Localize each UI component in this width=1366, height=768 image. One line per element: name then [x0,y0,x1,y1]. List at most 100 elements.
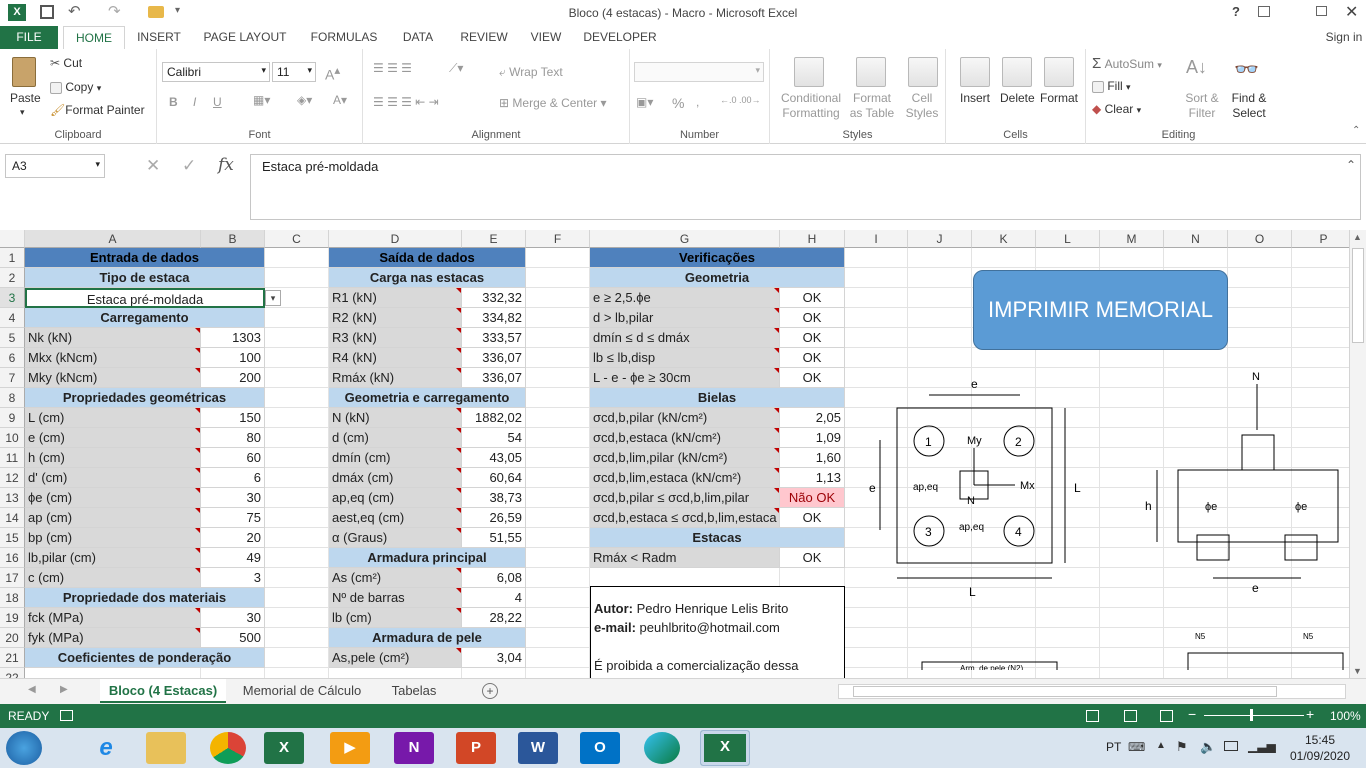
entrada-label[interactable]: L (cm) [25,408,201,428]
save-icon[interactable] [40,5,54,19]
customize-qat-icon[interactable]: ▾ [175,5,180,16]
blank-cell[interactable] [265,628,329,648]
blank-cell[interactable] [526,268,590,288]
format-painter-button[interactable]: 🖌Format Painter [50,103,145,117]
tipo-estaca-value[interactable]: Estaca pré-moldada [25,288,265,308]
tab-home[interactable]: HOME [63,26,125,49]
carga-estacas-header[interactable]: Carga nas estacas [329,268,526,288]
currency-icon[interactable]: ▣▾ [636,95,653,109]
entrada-value[interactable]: 150 [201,408,265,428]
cancel-icon[interactable]: ✕ [146,156,160,176]
blank-cell[interactable] [526,248,590,268]
blank-cell[interactable] [1164,248,1228,268]
find-select-button[interactable]: Find & Select [1224,91,1274,121]
cut-button[interactable]: ✂ Cut [50,56,82,70]
scroll-sheets-left-icon[interactable]: ◀ [28,684,36,695]
paste-button[interactable]: Paste [10,91,41,105]
insert-function-icon[interactable]: fx [218,155,234,175]
saida-label[interactable]: N (kN) [329,408,462,428]
blank-cell[interactable] [526,448,590,468]
saida-value[interactable]: 332,32 [462,288,526,308]
verif-label[interactable]: d > lb,pilar [590,308,780,328]
blank-cell[interactable] [265,388,329,408]
saida-label[interactable]: Rmáx (kN) [329,368,462,388]
blank-cell[interactable] [1292,268,1356,288]
row-header-6[interactable]: 6 [0,348,25,368]
italic-button[interactable]: I [193,95,196,109]
column-header-c[interactable]: C [265,230,329,248]
row-header-17[interactable]: 17 [0,568,25,588]
blank-cell[interactable] [908,288,972,308]
excel-logo-icon[interactable]: X [8,4,26,21]
verif-status[interactable]: 1,60 [780,448,845,468]
blank-cell[interactable] [265,648,329,668]
tipo-estaca-dropdown-icon[interactable]: ▾ [265,290,281,306]
blank-cell[interactable] [1228,348,1292,368]
verif-label[interactable]: σcd,b,pilar ≤ σcd,b,lim,pilar [590,488,780,508]
blank-cell[interactable] [265,408,329,428]
volume-icon[interactable]: 🔈 [1200,739,1216,755]
entrada-label[interactable]: bp (cm) [25,528,201,548]
keyboard-icon[interactable]: ⌨ [1128,740,1145,754]
align-top-icon[interactable]: ☰ ☰ ☰ [373,61,412,75]
row-header-21[interactable]: 21 [0,648,25,668]
saida-value[interactable]: 54 [462,428,526,448]
show-hidden-icons[interactable]: ▲ [1156,740,1166,751]
verif-status[interactable]: 2,05 [780,408,845,428]
blank-cell[interactable] [845,348,908,368]
tab-review[interactable]: REVIEW [456,26,512,49]
row-header-16[interactable]: 16 [0,548,25,568]
font-color-icon[interactable]: A▾ [333,93,347,107]
blank-cell[interactable] [526,428,590,448]
file-explorer-icon[interactable] [146,732,186,764]
font-size-select[interactable]: 11 ▾ [272,62,316,82]
blank-cell[interactable] [265,448,329,468]
saida-value[interactable]: 334,82 [462,308,526,328]
column-header-h[interactable]: H [780,230,845,248]
formula-input[interactable]: Estaca pré-moldada [250,154,1361,220]
orientation-icon[interactable]: ⟋▾ [449,61,463,76]
blank-cell[interactable] [462,668,526,678]
blank-cell[interactable] [526,648,590,668]
saida-value[interactable]: 6,08 [462,568,526,588]
blank-cell[interactable] [526,388,590,408]
column-header-p[interactable]: P [1292,230,1356,248]
row-header-3[interactable]: 3 [0,288,25,308]
align-left-icon[interactable]: ☰ ☰ ☰ ⇤ ⇥ [373,95,439,109]
entrada-label[interactable]: d' (cm) [25,468,201,488]
column-header-b[interactable]: B [201,230,265,248]
blank-cell[interactable] [908,348,972,368]
saida-value[interactable]: 1882,02 [462,408,526,428]
blank-cell[interactable] [265,568,329,588]
verif-status[interactable]: OK [780,348,845,368]
paste-icon[interactable] [12,57,36,87]
restore-icon[interactable] [1316,6,1327,16]
verif-status[interactable]: OK [780,328,845,348]
verificacoes-title[interactable]: Verificações [590,248,845,268]
saida-value[interactable]: 51,55 [462,528,526,548]
blank-cell[interactable] [265,508,329,528]
saida-title[interactable]: Saída de dados [329,248,526,268]
saida-value[interactable]: 3,04 [462,648,526,668]
blank-cell[interactable] [1228,248,1292,268]
entrada-value[interactable]: 30 [201,608,265,628]
blank-cell[interactable] [526,328,590,348]
blank-cell[interactable] [526,588,590,608]
saida-label[interactable]: lb (cm) [329,608,462,628]
close-icon[interactable]: ✕ [1345,2,1358,22]
blank-cell[interactable] [526,528,590,548]
row-header-18[interactable]: 18 [0,588,25,608]
row-header-15[interactable]: 15 [0,528,25,548]
row-header-22[interactable]: 22 [0,668,25,678]
tab-file[interactable]: FILE [0,26,58,49]
blank-cell[interactable] [1036,248,1100,268]
row-header-9[interactable]: 9 [0,408,25,428]
blank-cell[interactable] [1292,288,1356,308]
armadura-principal-header[interactable]: Armadura principal [329,548,526,568]
wrap-text-button[interactable]: ⤶ Wrap Text [499,65,563,80]
blank-cell[interactable] [1228,308,1292,328]
autosum-button[interactable]: Σ AutoSum ▾ [1092,55,1162,72]
onenote-icon[interactable]: N [394,732,434,764]
blank-cell[interactable] [972,248,1036,268]
macro-record-icon[interactable] [60,710,73,721]
